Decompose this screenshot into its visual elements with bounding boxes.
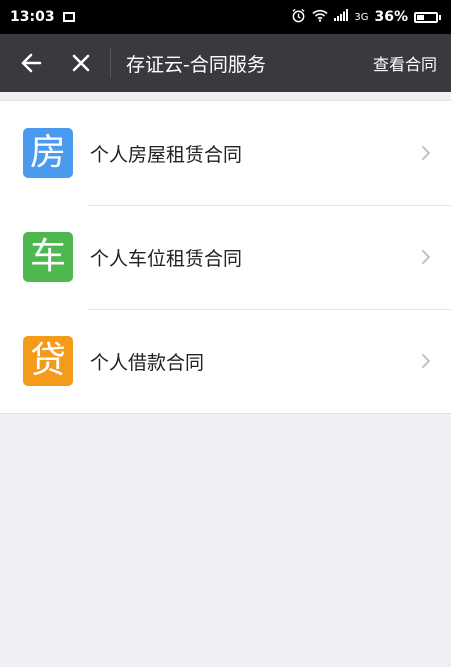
contract-item-house-lease[interactable]: 房 个人房屋租赁合同 <box>0 101 451 205</box>
battery-level <box>417 14 425 20</box>
contract-list: 房 个人房屋租赁合同 车 个人车位租赁合同 贷 个人借款合同 <box>0 100 451 414</box>
alarm-icon <box>291 8 306 27</box>
network-type: 3G <box>354 11 369 23</box>
wifi-icon <box>312 9 328 26</box>
screen-capture-icon <box>62 12 75 22</box>
chevron-right-icon <box>421 353 431 369</box>
battery-icon <box>414 11 441 23</box>
status-time: 13:03 <box>10 9 55 25</box>
contract-item-loan[interactable]: 贷 个人借款合同 <box>0 309 451 413</box>
view-contracts-button[interactable]: 查看合同 <box>373 51 437 75</box>
page-title: 存证云-合同服务 <box>126 53 266 76</box>
contract-item-parking-lease[interactable]: 车 个人车位租赁合同 <box>0 205 451 309</box>
contract-item-label: 个人房屋租赁合同 <box>90 143 243 166</box>
contract-item-label: 个人借款合同 <box>90 351 205 374</box>
chevron-right-icon <box>421 145 431 161</box>
loan-icon: 贷 <box>23 336 73 386</box>
car-icon: 车 <box>23 232 73 282</box>
status-bar: 13:03 3G 36% <box>0 0 451 34</box>
house-icon: 房 <box>23 128 73 178</box>
signal-icon <box>334 9 349 25</box>
battery-percent: 36% <box>374 9 408 25</box>
nav-divider <box>110 48 111 78</box>
contract-item-label: 个人车位租赁合同 <box>90 247 243 270</box>
chevron-right-icon <box>421 249 431 265</box>
close-button[interactable] <box>61 34 101 92</box>
back-button[interactable] <box>11 34 51 92</box>
close-icon <box>72 54 90 72</box>
navigation-bar: 存证云-合同服务 查看合同 <box>0 34 451 92</box>
back-arrow-icon <box>21 53 42 73</box>
